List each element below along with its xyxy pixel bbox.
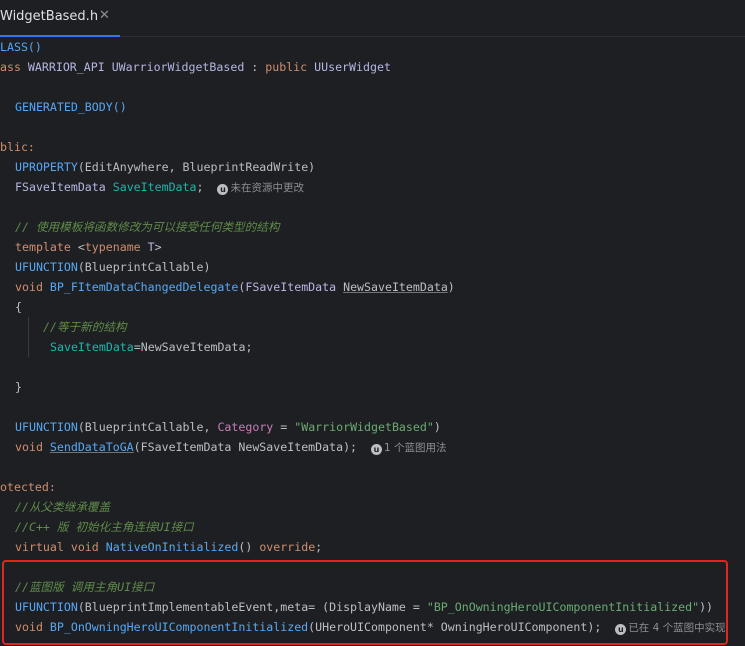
red-highlight-box bbox=[2, 560, 728, 645]
close-icon[interactable]: ✕ bbox=[99, 8, 110, 23]
tab-widgetbased-h[interactable]: WidgetBased.h ✕ bbox=[0, 0, 120, 37]
code-line: //C++ 版 初始化主角连接UI接口 bbox=[15, 520, 194, 534]
code-line: UFUNCTION(BlueprintCallable, Category = … bbox=[15, 420, 441, 434]
code-line: virtual void NativeOnInitialized() overr… bbox=[15, 540, 323, 554]
code-line: ass WARRIOR_API UWarriorWidgetBased : pu… bbox=[0, 60, 391, 74]
code-line: GENERATED_BODY() bbox=[15, 100, 127, 114]
code-line: } bbox=[15, 380, 22, 394]
code-line: FSaveItemData SaveItemData; u 未在资源中更改 bbox=[15, 180, 304, 195]
code-line: //等于新的结构 bbox=[43, 320, 127, 334]
code-line: template <typename T> bbox=[15, 240, 162, 254]
unreal-icon: u bbox=[371, 444, 383, 455]
code-vision-hint[interactable]: u 未在资源中更改 bbox=[217, 182, 304, 195]
unreal-icon: u bbox=[217, 184, 229, 195]
code-line: // 使用模板将函数修改为可以接受任何类型的结构 bbox=[15, 220, 280, 234]
code-line: blic: bbox=[0, 140, 35, 154]
code-vision-hint[interactable]: u1 个蓝图用法 bbox=[371, 442, 447, 455]
code-line: otected: bbox=[0, 480, 56, 494]
code-line: SaveItemData=NewSaveItemData; bbox=[50, 340, 253, 354]
tab-title: WidgetBased.h bbox=[0, 9, 99, 24]
code-line: void SendDataToGA(FSaveItemData NewSaveI… bbox=[15, 440, 447, 455]
code-line: //从父类继承覆盖 bbox=[15, 500, 111, 514]
code-line: LASS() bbox=[0, 40, 42, 54]
editor-tab-bar: WidgetBased.h ✕ bbox=[0, 0, 745, 37]
code-line: UPROPERTY(EditAnywhere, BlueprintReadWri… bbox=[15, 160, 316, 174]
code-line: UFUNCTION(BlueprintCallable) bbox=[15, 260, 211, 274]
code-line: { bbox=[15, 300, 22, 314]
indent-guide bbox=[28, 317, 29, 357]
code-editor[interactable]: LASS() ass WARRIOR_API UWarriorWidgetBas… bbox=[0, 37, 745, 646]
code-line: void BP_FItemDataChangedDelegate(FSaveIt… bbox=[15, 280, 455, 294]
